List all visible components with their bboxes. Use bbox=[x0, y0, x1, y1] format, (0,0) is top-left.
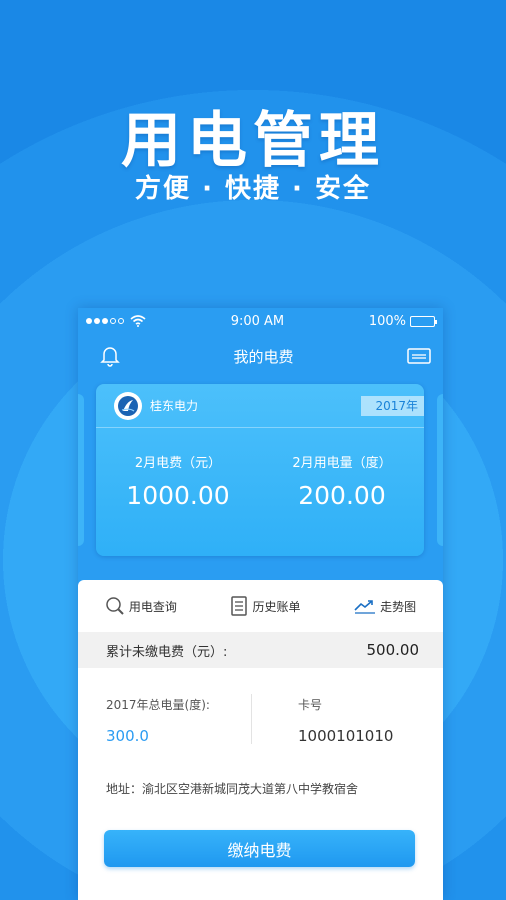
company: 桂东电力 bbox=[114, 391, 199, 420]
next-card[interactable] bbox=[437, 394, 443, 546]
card-metrics: 2月电费（元） 1000.00 2月用电量（度） 200.00 bbox=[96, 428, 424, 510]
usage-value: 200.00 bbox=[298, 481, 386, 510]
unpaid-summary: 累计未缴电费（元）: 500.00 bbox=[78, 632, 443, 668]
battery-status: 100% bbox=[368, 313, 437, 329]
hero-subtitle: 方便 · 快捷 · 安全 bbox=[135, 174, 371, 204]
fee-label: 2月电费（元） bbox=[134, 456, 222, 471]
card-icon[interactable] bbox=[407, 347, 431, 365]
fee-metric: 2月电费（元） 1000.00 bbox=[96, 452, 260, 510]
pay-bill-button[interactable]: 缴纳电费 bbox=[104, 830, 415, 867]
bill-icon bbox=[231, 596, 248, 616]
signal-strength bbox=[86, 315, 146, 327]
company-name: 桂东电力 bbox=[150, 399, 199, 413]
function-tabs: 用电查询 历史账单 走势图 bbox=[78, 580, 443, 632]
usage-metric: 2月用电量（度） 200.00 bbox=[260, 452, 424, 510]
nav-bar: 我的电费 bbox=[78, 334, 443, 378]
usage-label: 2月用电量（度） bbox=[292, 456, 392, 471]
battery-percent: 100% bbox=[368, 313, 406, 329]
hero-title: 用电管理 bbox=[121, 106, 385, 176]
signal-dot bbox=[86, 318, 92, 324]
card-number-value: 1000101010 bbox=[298, 727, 394, 745]
tab-usage-query[interactable]: 用电查询 bbox=[105, 596, 177, 616]
search-icon bbox=[106, 597, 124, 615]
previous-card[interactable] bbox=[78, 394, 84, 546]
signal-dot bbox=[118, 318, 124, 324]
unpaid-label: 累计未缴电费（元）: bbox=[106, 644, 228, 660]
status-time: 9:00 AM bbox=[230, 313, 285, 329]
card-number: 卡号 1000101010 bbox=[251, 694, 443, 745]
details-panel: 用电查询 历史账单 走势图 累计未缴电费（元）: 500.00 2017年总电量… bbox=[78, 580, 443, 900]
address: 地址：渝北区空港新城同茂大道第八中学教宿舍 bbox=[106, 782, 359, 796]
wifi-icon bbox=[130, 315, 146, 327]
signal-dot bbox=[102, 318, 108, 324]
status-bar: 9:00 AM 100% bbox=[78, 308, 443, 334]
card-number-label: 卡号 bbox=[298, 698, 323, 712]
unpaid-value: 500.00 bbox=[366, 641, 420, 659]
tab-trend-chart[interactable]: 走势图 bbox=[354, 598, 416, 615]
account-info: 2017年总电量(度): 300.0 卡号 1000101010 bbox=[78, 668, 443, 768]
tab-label: 用电查询 bbox=[128, 599, 177, 614]
phone-screen: 9:00 AM 100% 我的电费 桂东电力 2017年 2月电费（元） 100… bbox=[78, 308, 443, 900]
total-usage: 2017年总电量(度): 300.0 bbox=[78, 668, 251, 768]
bell-icon[interactable] bbox=[100, 345, 120, 367]
tab-label: 走势图 bbox=[380, 599, 417, 614]
company-logo-icon bbox=[114, 391, 142, 420]
bill-card[interactable]: 桂东电力 2017年 2月电费（元） 1000.00 2月用电量（度） 200.… bbox=[96, 384, 424, 556]
total-usage-label: 2017年总电量(度): bbox=[106, 698, 210, 712]
fee-value: 1000.00 bbox=[126, 481, 230, 510]
card-header: 桂东电力 2017年 bbox=[96, 384, 424, 428]
tab-label: 历史账单 bbox=[252, 599, 301, 614]
page-title: 我的电费 bbox=[233, 347, 294, 366]
signal-dot bbox=[110, 318, 116, 324]
tab-history-bills[interactable]: 历史账单 bbox=[230, 596, 300, 616]
trend-icon bbox=[354, 600, 376, 614]
total-usage-value: 300.0 bbox=[106, 727, 149, 745]
battery-icon bbox=[409, 315, 437, 327]
signal-dot bbox=[94, 318, 100, 324]
year-tag[interactable]: 2017年 bbox=[361, 395, 424, 416]
card-carousel[interactable]: 桂东电力 2017年 2月电费（元） 1000.00 2月用电量（度） 200.… bbox=[78, 378, 443, 568]
